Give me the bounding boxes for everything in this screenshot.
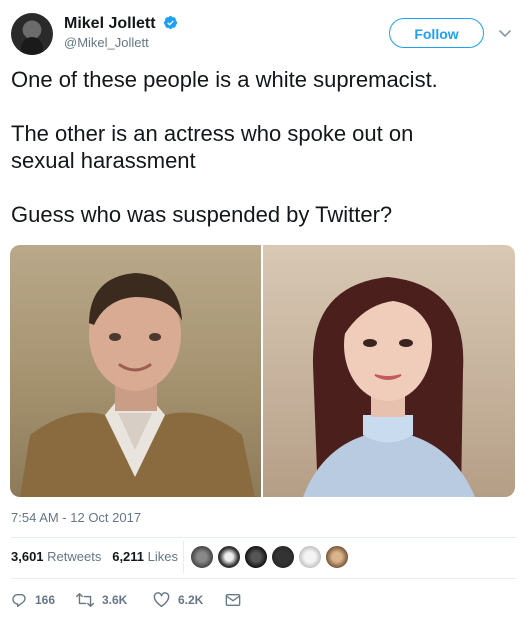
liker-avatar[interactable] <box>217 545 241 569</box>
tweet-text-line: One of these people is a white supremaci… <box>11 67 438 92</box>
message-action[interactable] <box>225 593 249 607</box>
likes-label: Likes <box>147 549 179 564</box>
tweet-media[interactable] <box>10 245 515 497</box>
liker-avatars <box>190 545 352 569</box>
reply-action[interactable]: 166 <box>11 592 76 608</box>
message-icon <box>225 594 241 606</box>
photo-left[interactable] <box>10 245 261 497</box>
likes-count: 6,211 <box>112 549 145 564</box>
tweet-text-line: Guess who was suspended by Twitter? <box>11 202 393 227</box>
like-action[interactable]: 6.2K <box>153 592 225 608</box>
follow-button[interactable]: Follow <box>389 18 484 48</box>
divider <box>11 578 516 579</box>
liker-avatar[interactable] <box>298 545 322 569</box>
woman-portrait-illustration <box>303 277 475 497</box>
tweet-text: One of these people is a white supremaci… <box>11 66 516 228</box>
likes-stat[interactable]: 6,211 Likes <box>112 549 178 564</box>
retweets-stat[interactable]: 3,601 Retweets <box>11 549 101 564</box>
retweet-action[interactable]: 3.6K <box>76 592 153 608</box>
chevron-down-icon[interactable] <box>498 26 512 40</box>
tweet-header: Mikel Jollett @Mikel_Jollett Follow <box>0 0 530 62</box>
divider <box>11 537 516 538</box>
retweet-icon <box>76 593 94 607</box>
handle[interactable]: @Mikel_Jollett <box>64 35 149 50</box>
liker-avatar[interactable] <box>271 545 295 569</box>
liker-avatar[interactable] <box>190 545 214 569</box>
retweets-count: 3,601 <box>11 549 44 564</box>
tweet-timestamp[interactable]: 7:54 AM - 12 Oct 2017 <box>11 510 141 525</box>
photo-right[interactable] <box>263 245 515 497</box>
stats-divider <box>183 541 184 573</box>
liker-avatar[interactable] <box>325 545 349 569</box>
retweets-label: Retweets <box>47 549 102 564</box>
like-icon <box>153 592 170 608</box>
like-count: 6.2K <box>178 593 204 607</box>
verified-badge-icon <box>163 15 178 30</box>
reply-icon <box>12 593 26 607</box>
liker-avatar[interactable] <box>244 545 268 569</box>
engagement-stats: 3,601 Retweets 6,211 Likes <box>11 549 178 564</box>
tweet-actions: 166 3.6K 6.2K <box>11 590 249 610</box>
retweet-count: 3.6K <box>102 593 128 607</box>
man-portrait-illustration <box>20 273 255 497</box>
avatar[interactable] <box>11 13 53 55</box>
reply-count: 166 <box>35 593 56 607</box>
tweet-text-line: The other is an actress who spoke out on… <box>11 121 414 173</box>
display-name[interactable]: Mikel Jollett <box>64 15 156 33</box>
